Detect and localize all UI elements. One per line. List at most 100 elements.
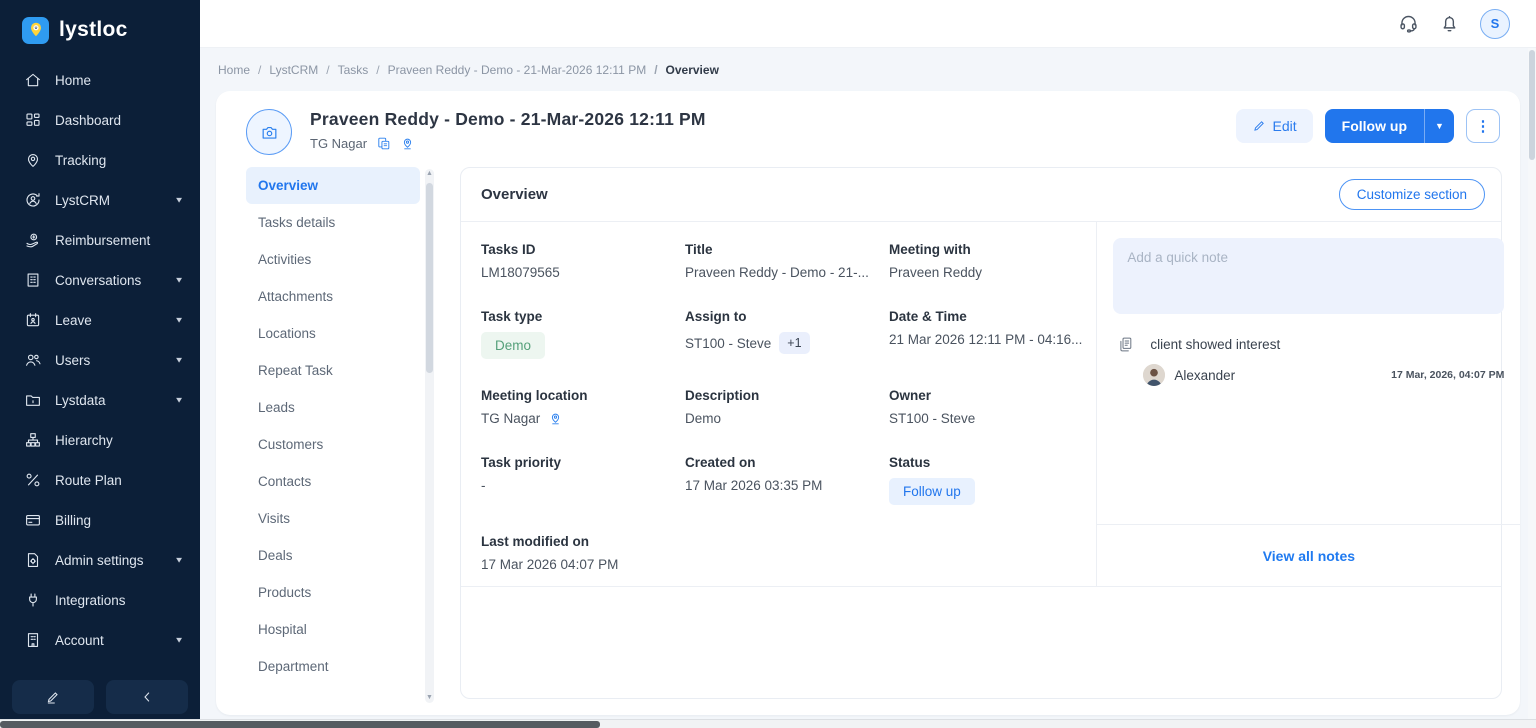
sidebar-item-conversations[interactable]: Conversations ▼ [0, 260, 200, 300]
sidebar-item-label: Tracking [55, 153, 106, 168]
follow-up-dropdown-button[interactable]: ▼ [1424, 109, 1454, 143]
field-description: Description Demo [685, 388, 889, 426]
breadcrumb-home[interactable]: Home [218, 63, 250, 77]
page-vertical-scrollbar[interactable] [1528, 48, 1536, 719]
chevron-down-icon: ▼ [174, 396, 184, 405]
lystcrm-icon [24, 191, 42, 209]
tab-attachments[interactable]: Attachments [246, 278, 420, 315]
overview-card: Overview Customize section Tasks ID LM18… [460, 167, 1502, 699]
tab-products[interactable]: Products [246, 574, 420, 611]
assignee-count-badge[interactable]: +1 [779, 332, 809, 354]
sidebar-item-home[interactable]: Home [0, 60, 200, 100]
tab-customers[interactable]: Customers [246, 426, 420, 463]
view-all-notes-link[interactable]: View all notes [1263, 548, 1355, 564]
tab-activities[interactable]: Activities [246, 241, 420, 278]
sidebar-item-label: Dashboard [55, 113, 121, 128]
note-text: client showed interest [1150, 337, 1280, 352]
field-title: Title Praveen Reddy - Demo - 21-... [685, 242, 889, 280]
tabs-scrollbar-thumb[interactable] [426, 183, 433, 373]
more-options-button[interactable]: ⋮ [1466, 109, 1500, 143]
field-assign-to: Assign to ST100 - Steve+1 [685, 309, 889, 359]
follow-up-label: Follow up [1342, 118, 1407, 134]
route-plan-icon [24, 471, 42, 489]
tab-hospital[interactable]: Hospital [246, 611, 420, 648]
page-horizontal-scrollbar[interactable] [0, 719, 1536, 728]
sidebar-item-label: Account [55, 633, 104, 648]
task-page-card: Praveen Reddy - Demo - 21-Mar-2026 12:11… [216, 91, 1520, 715]
tab-tasks-details[interactable]: Tasks details [246, 204, 420, 241]
note-item[interactable]: client showed interest Alexander 17 Mar,… [1113, 336, 1504, 386]
follow-up-button[interactable]: Follow up [1325, 109, 1424, 143]
edit-button-label: Edit [1273, 118, 1297, 134]
breadcrumb-tasks[interactable]: Tasks [326, 63, 368, 77]
account-icon [24, 631, 42, 649]
vertical-scrollbar-thumb[interactable] [1529, 50, 1535, 160]
conversations-icon [24, 271, 42, 289]
sidebar-collapse-button[interactable] [106, 680, 188, 714]
task-photo-placeholder[interactable] [246, 109, 292, 155]
scroll-down-icon[interactable]: ▼ [426, 693, 433, 703]
sidebar-item-lystcrm[interactable]: LystCRM ▼ [0, 180, 200, 220]
sidebar-item-label: Conversations [55, 273, 141, 288]
sidebar-item-label: Leave [55, 313, 92, 328]
sidebar-item-label: Admin settings [55, 553, 144, 568]
chevron-down-icon: ▼ [174, 276, 184, 285]
main-area: S Home LystCRM Tasks Praveen Reddy - Dem… [200, 0, 1536, 728]
sidebar-item-label: LystCRM [55, 193, 110, 208]
notifications-icon[interactable] [1439, 13, 1460, 34]
sidebar-item-hierarchy[interactable]: Hierarchy [0, 420, 200, 460]
chevron-down-icon: ▼ [174, 636, 184, 645]
fields-grid: Tasks ID LM18079565 Title Praveen Reddy … [461, 222, 1096, 586]
tab-repeat-task[interactable]: Repeat Task [246, 352, 420, 389]
sidebar-item-billing[interactable]: Billing [0, 500, 200, 540]
copy-icon[interactable] [376, 136, 391, 151]
user-avatar[interactable]: S [1480, 9, 1510, 39]
tab-visits[interactable]: Visits [246, 500, 420, 537]
support-icon[interactable] [1398, 13, 1419, 34]
tab-department[interactable]: Department [246, 648, 420, 685]
reimbursement-icon [24, 231, 42, 249]
tab-contacts[interactable]: Contacts [246, 463, 420, 500]
breadcrumb-task[interactable]: Praveen Reddy - Demo - 21-Mar-2026 12:11… [376, 63, 646, 77]
sidebar-item-users[interactable]: Users ▼ [0, 340, 200, 380]
dashboard-icon [24, 111, 42, 129]
quick-note-input[interactable] [1113, 238, 1504, 314]
map-pin-icon[interactable] [548, 411, 563, 426]
tab-deals[interactable]: Deals [246, 537, 420, 574]
field-task-priority: Task priority - [481, 455, 685, 505]
sidebar-item-account[interactable]: Account ▼ [0, 620, 200, 660]
sidebar-item-reimbursement[interactable]: Reimbursement [0, 220, 200, 260]
map-pin-icon[interactable] [400, 136, 415, 151]
sidebar-item-label: Users [55, 353, 90, 368]
tab-locations[interactable]: Locations [246, 315, 420, 352]
overview-card-footer [461, 586, 1501, 698]
field-meeting-with: Meeting with Praveen Reddy [889, 242, 1096, 280]
sidebar-item-lystdata[interactable]: Lystdata ▼ [0, 380, 200, 420]
customize-section-button[interactable]: Customize section [1339, 179, 1485, 210]
section-tabs: Overview Tasks details Activities Attach… [246, 167, 436, 715]
scroll-up-icon[interactable]: ▲ [426, 169, 433, 179]
sidebar-item-label: Integrations [55, 593, 126, 608]
edit-button[interactable]: Edit [1236, 109, 1313, 143]
sidebar-item-admin-settings[interactable]: Admin settings ▼ [0, 540, 200, 580]
brand-logo[interactable]: lystloc [0, 0, 200, 56]
note-timestamp: 17 Mar, 2026, 04:07 PM [1391, 369, 1504, 381]
leave-icon [24, 311, 42, 329]
sidebar-item-route-plan[interactable]: Route Plan [0, 460, 200, 500]
sidebar-edit-button[interactable] [12, 680, 94, 714]
overview-card-header: Overview Customize section [461, 168, 1501, 222]
tab-overview[interactable]: Overview [246, 167, 420, 204]
breadcrumb-lystcrm[interactable]: LystCRM [258, 63, 318, 77]
sidebar-item-leave[interactable]: Leave ▼ [0, 300, 200, 340]
tabs-scrollbar[interactable]: ▲ ▼ [425, 169, 434, 703]
sidebar-item-dashboard[interactable]: Dashboard [0, 100, 200, 140]
sidebar-item-label: Lystdata [55, 393, 106, 408]
sidebar-item-integrations[interactable]: Integrations [0, 580, 200, 620]
overview-card-body: Tasks ID LM18079565 Title Praveen Reddy … [461, 222, 1501, 586]
tab-leads[interactable]: Leads [246, 389, 420, 426]
camera-icon [260, 123, 279, 142]
horizontal-scrollbar-thumb[interactable] [0, 721, 600, 728]
sidebar-item-tracking[interactable]: Tracking [0, 140, 200, 180]
sidebar: lystloc Home Dashboard Tracking LystCRM … [0, 0, 200, 728]
chevron-down-icon: ▼ [174, 556, 184, 565]
